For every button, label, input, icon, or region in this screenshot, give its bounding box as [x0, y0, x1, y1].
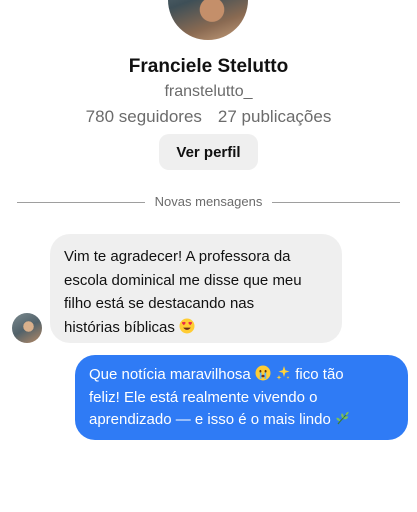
incoming-line-1: Vim te agradecer! A professora da	[64, 248, 291, 265]
profile-name: Franciele Stelutto	[128, 56, 289, 77]
outgoing-line-3: aprendizado — e isso é o mais lindo	[89, 411, 331, 428]
view-profile-button[interactable]: Ver perfil	[159, 134, 258, 170]
profile-avatar[interactable]	[168, 0, 248, 40]
profile-stats: 780 seguidores 27 publicações	[0, 106, 417, 128]
outgoing-line-1b: fico tão	[295, 366, 344, 383]
sender-avatar[interactable]	[12, 313, 42, 343]
followers-count: 780 seguidores	[85, 107, 202, 126]
incoming-line-2: escola dominical me disse que meu	[64, 271, 302, 289]
profile-handle: franstelutto_	[164, 83, 253, 100]
incoming-line-4: histórias bíblicas	[64, 318, 175, 336]
sparkles-emoji-icon	[275, 365, 291, 381]
outgoing-line-2: feliz! Ele está realmente vivendo o	[89, 388, 318, 406]
incoming-message-bubble[interactable]: Vim te agradecer! A professora da escola…	[50, 234, 342, 343]
outgoing-line-1: Que notícia maravilhosa	[89, 366, 251, 383]
heart-eyes-emoji-icon	[179, 318, 195, 334]
posts-count: 27 publicações	[217, 107, 332, 126]
new-messages-divider: Novas mensagens	[17, 193, 400, 211]
incoming-line-3: filho está se destacando nas	[64, 295, 255, 312]
outgoing-message-bubble[interactable]: Que notícia maravilhosa fico tão feliz! …	[75, 355, 408, 440]
herb-emoji-icon	[335, 410, 351, 426]
profile-header: Franciele Stelutto franstelutto_ 780 seg…	[0, 55, 417, 128]
crying-face-emoji-icon	[255, 365, 271, 381]
divider-line-right	[272, 202, 400, 203]
